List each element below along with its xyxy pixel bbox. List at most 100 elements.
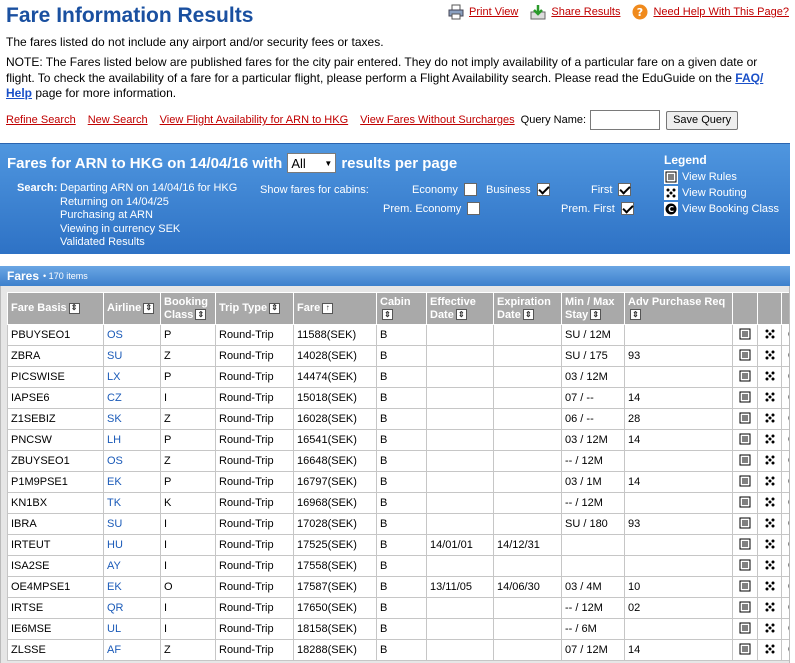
airline-link[interactable]: OS xyxy=(103,324,161,346)
airline-link[interactable]: SU xyxy=(103,513,161,535)
airline-link[interactable]: UL xyxy=(103,618,161,640)
sort-icon[interactable]: ⇕ xyxy=(455,309,467,321)
view-routing-icon[interactable] xyxy=(757,639,782,661)
sort-ascending-icon[interactable]: ↑ xyxy=(322,302,334,314)
view-routing-icon[interactable] xyxy=(757,513,782,535)
airline-link[interactable]: SU xyxy=(103,345,161,367)
cabin-prem-first-checkbox[interactable] xyxy=(620,202,634,215)
airline-link[interactable]: LH xyxy=(103,429,161,451)
view-rules-icon[interactable] xyxy=(732,597,758,619)
col-min-max-stay[interactable]: Min / Max Stay ⇕ xyxy=(561,292,625,325)
cabin-first[interactable]: First xyxy=(591,183,632,196)
help-link[interactable]: ? Need Help With This Page? xyxy=(632,4,789,20)
view-booking-class-icon[interactable]: C xyxy=(781,345,789,367)
airline-link[interactable]: LX xyxy=(103,366,161,388)
view-routing-icon[interactable] xyxy=(757,471,782,493)
airline-link[interactable]: AF xyxy=(103,639,161,661)
col-effective-date[interactable]: Effective Date ⇕ xyxy=(426,292,494,325)
sort-icon[interactable]: ⇕ xyxy=(143,302,155,314)
view-routing-icon[interactable] xyxy=(757,387,782,409)
refine-search-link[interactable]: Refine Search xyxy=(6,114,76,126)
cabin-economy[interactable]: Economy xyxy=(412,183,477,196)
col-adv-purchase[interactable]: Adv Purchase Req⇕ xyxy=(624,292,733,325)
view-rules-icon[interactable] xyxy=(732,345,758,367)
view-rules-icon[interactable] xyxy=(732,576,758,598)
view-routing-icon[interactable] xyxy=(757,408,782,430)
view-routing-icon[interactable] xyxy=(757,534,782,556)
sort-icon[interactable]: ⇕ xyxy=(382,309,393,321)
results-per-page-select[interactable]: All ▼ xyxy=(287,153,337,173)
airline-link[interactable]: EK xyxy=(103,471,161,493)
cabin-economy-checkbox[interactable] xyxy=(463,183,477,196)
view-routing-icon[interactable] xyxy=(757,429,782,451)
cabin-first-checkbox[interactable] xyxy=(618,183,632,196)
col-booking-class[interactable]: Booking Class ⇕ xyxy=(160,292,216,325)
cabin-prem-economy-checkbox[interactable] xyxy=(467,202,481,215)
sort-icon[interactable]: ⇕ xyxy=(522,309,534,321)
airline-link[interactable]: QR xyxy=(103,597,161,619)
view-booking-class-icon[interactable]: C xyxy=(781,429,789,451)
col-airline[interactable]: Airline ⇕ xyxy=(103,292,161,325)
view-booking-class-icon[interactable]: C xyxy=(781,492,789,514)
flight-availability-link[interactable]: View Flight Availability for ARN to HKG xyxy=(160,114,349,126)
view-rules-icon[interactable] xyxy=(732,429,758,451)
airline-link[interactable]: EK xyxy=(103,576,161,598)
view-rules-icon[interactable] xyxy=(732,492,758,514)
view-booking-class-icon[interactable]: C xyxy=(781,555,789,577)
sort-icon[interactable]: ⇕ xyxy=(68,302,80,314)
view-routing-icon[interactable] xyxy=(757,450,782,472)
view-routing-icon[interactable] xyxy=(757,597,782,619)
view-rules-icon[interactable] xyxy=(732,471,758,493)
col-cabin[interactable]: Cabin⇕ xyxy=(376,292,427,325)
airline-link[interactable]: HU xyxy=(103,534,161,556)
view-rules-icon[interactable] xyxy=(732,324,758,346)
cabin-business-checkbox[interactable] xyxy=(536,183,550,196)
view-booking-class-icon[interactable]: C xyxy=(781,597,789,619)
view-booking-class-icon[interactable]: C xyxy=(781,471,789,493)
share-results-link[interactable]: Share Results xyxy=(530,4,620,20)
new-search-link[interactable]: New Search xyxy=(88,114,148,126)
view-booking-class-icon[interactable]: C xyxy=(781,366,789,388)
airline-link[interactable]: AY xyxy=(103,555,161,577)
view-booking-class-icon[interactable]: C xyxy=(781,534,789,556)
sort-icon[interactable]: ⇕ xyxy=(590,309,602,321)
view-routing-icon[interactable] xyxy=(757,324,782,346)
view-routing-icon[interactable] xyxy=(757,492,782,514)
view-routing-icon[interactable] xyxy=(757,576,782,598)
col-trip-type[interactable]: Trip Type ⇕ xyxy=(215,292,294,325)
view-routing-icon[interactable] xyxy=(757,345,782,367)
view-rules-icon[interactable] xyxy=(732,639,758,661)
airline-link[interactable]: SK xyxy=(103,408,161,430)
airline-link[interactable]: CZ xyxy=(103,387,161,409)
view-booking-class-icon[interactable]: C xyxy=(781,450,789,472)
view-booking-class-icon[interactable]: C xyxy=(781,618,789,640)
sort-icon[interactable]: ⇕ xyxy=(269,302,281,314)
view-booking-class-icon[interactable]: C xyxy=(781,324,789,346)
sort-icon[interactable]: ⇕ xyxy=(630,309,641,321)
view-booking-class-icon[interactable]: C xyxy=(781,513,789,535)
col-expiration-date[interactable]: Expiration Date ⇕ xyxy=(493,292,562,325)
sort-icon[interactable]: ⇕ xyxy=(195,309,207,321)
print-view-link[interactable]: Print View xyxy=(448,4,518,20)
cabin-prem-first[interactable]: Prem. First xyxy=(561,202,634,215)
view-routing-icon[interactable] xyxy=(757,618,782,640)
view-booking-class-icon[interactable]: C xyxy=(781,639,789,661)
fares-without-surcharges-link[interactable]: View Fares Without Surcharges xyxy=(360,114,514,126)
airline-link[interactable]: OS xyxy=(103,450,161,472)
view-rules-icon[interactable] xyxy=(732,450,758,472)
view-rules-icon[interactable] xyxy=(732,555,758,577)
cabin-prem-economy[interactable]: Prem. Economy xyxy=(383,202,481,215)
cabin-business[interactable]: Business xyxy=(486,183,550,196)
save-query-button[interactable]: Save Query xyxy=(666,110,739,130)
view-routing-icon[interactable] xyxy=(757,555,782,577)
view-rules-icon[interactable] xyxy=(732,408,758,430)
col-fare-basis[interactable]: Fare Basis ⇕ xyxy=(7,292,104,325)
query-name-input[interactable] xyxy=(590,110,661,130)
airline-link[interactable]: TK xyxy=(103,492,161,514)
view-booking-class-icon[interactable]: C xyxy=(781,576,789,598)
view-rules-icon[interactable] xyxy=(732,618,758,640)
view-routing-icon[interactable] xyxy=(757,366,782,388)
view-rules-icon[interactable] xyxy=(732,387,758,409)
view-rules-icon[interactable] xyxy=(732,513,758,535)
view-rules-icon[interactable] xyxy=(732,366,758,388)
